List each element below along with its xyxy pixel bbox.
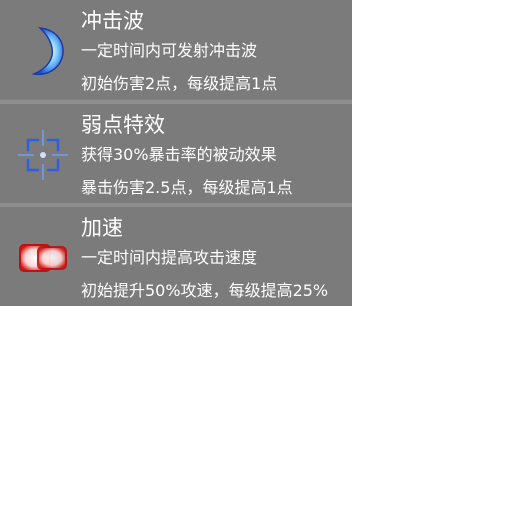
skill-description: 获得30%暴击率的被动效果: [81, 145, 277, 164]
crescent-moon-icon: [14, 22, 72, 80]
skill-upgrade-info: 暴击伤害2.5点，每级提高1点: [81, 178, 293, 197]
skill-title: 加速: [81, 216, 123, 240]
skill-upgrade-info: 初始提升50%攻速，每级提高25%: [81, 281, 329, 300]
skill-description: 一定时间内可发射冲击波: [81, 41, 258, 60]
skill-description: 一定时间内提高攻击速度: [81, 248, 258, 267]
skill-card-shockwave[interactable]: 冲击波 一定时间内可发射冲击波 初始伤害2点，每级提高1点: [0, 0, 352, 99]
skill-card-weakpoint[interactable]: 弱点特效 获得30%暴击率的被动效果 暴击伤害2.5点，每级提高1点: [0, 104, 352, 203]
skill-upgrade-info: 初始伤害2点，每级提高1点: [81, 74, 278, 93]
skill-title: 弱点特效: [81, 113, 165, 137]
crosshair-icon: [14, 126, 72, 184]
skill-list-panel: 冲击波 一定时间内可发射冲击波 初始伤害2点，每级提高1点 弱点特效 获得30%…: [0, 0, 352, 306]
skill-title: 冲击波: [81, 9, 144, 33]
skill-card-haste[interactable]: 加速 一定时间内提高攻击速度 初始提升50%攻速，每级提高25%: [0, 207, 352, 306]
speed-boost-icon: [14, 229, 72, 287]
